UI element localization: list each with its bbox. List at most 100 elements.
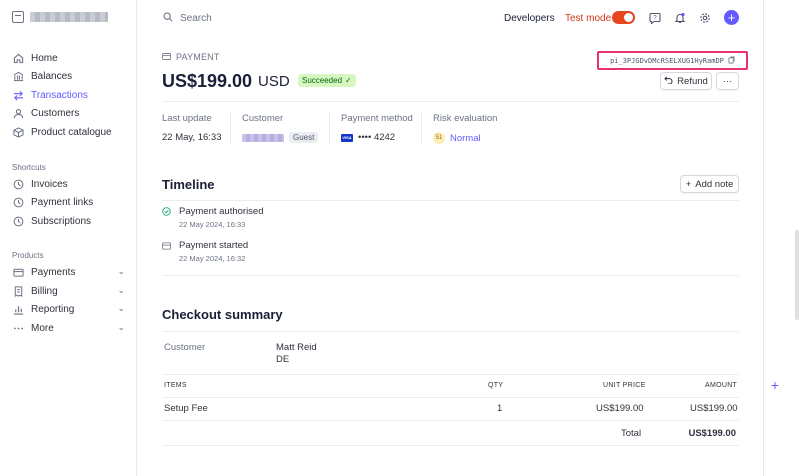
clock-icon [12, 178, 24, 190]
sidebar-item-label: Billing [31, 285, 58, 297]
payment-id-copy[interactable]: pi_3PJGDvDMcRSELXUG1HyRamDP [597, 51, 748, 70]
risk-score-badge: 51 [433, 132, 445, 144]
visa-card-icon: VISA [341, 133, 353, 142]
sidebar-item-more[interactable]: More ⌄ [12, 320, 127, 336]
divider [162, 445, 739, 446]
payment-amount: US$199.00 [162, 71, 253, 91]
chart-icon [12, 303, 24, 315]
arrows-icon [12, 89, 24, 101]
sidebar-item-payments[interactable]: Payments ⌄ [12, 264, 127, 280]
divider [162, 331, 739, 332]
sidebar-item-label: Invoices [31, 178, 68, 190]
status-label: Succeeded [302, 76, 343, 85]
event-date: 22 May 2024, 16:33 [179, 220, 246, 229]
right-panel-border [763, 0, 764, 476]
sidebar-item-label: Payments [31, 266, 76, 278]
divider [162, 397, 739, 398]
shortcuts-heading: Shortcuts [12, 163, 46, 172]
sidebar-item-label: Transactions [31, 89, 88, 101]
item-amount: US$199.00 [690, 403, 738, 414]
plus-icon: + [685, 178, 692, 190]
payment-eyebrow: PAYMENT [162, 52, 220, 62]
search-bar[interactable]: Search [163, 12, 212, 25]
sidebar-item-label: Subscriptions [31, 215, 92, 227]
sidebar-item-invoices[interactable]: Invoices [12, 176, 127, 192]
meta-label: Risk evaluation [433, 113, 498, 124]
copy-icon [728, 56, 735, 66]
sidebar-item-product-catalogue[interactable]: Product catalogue [12, 124, 127, 140]
divider [421, 112, 422, 144]
meta-last-update: Last update 22 May, 16:33 [162, 113, 222, 143]
add-note-label: Add note [695, 178, 734, 190]
test-mode-label: Test mode [565, 13, 612, 24]
customer-country: DE [276, 354, 290, 365]
payment-id: pi_3PJGDvDMcRSELXUG1HyRamDP [610, 56, 724, 65]
sidebar-item-payment-links[interactable]: Payment links [12, 194, 127, 210]
check-icon: ✓ [345, 76, 352, 85]
help-icon[interactable]: ? [648, 11, 661, 24]
meta-label: Customer [242, 113, 284, 124]
card-icon [162, 241, 171, 250]
sidebar-item-label: More [31, 322, 54, 334]
create-new-button[interactable]: + [724, 10, 739, 25]
timeline-heading: Timeline [162, 177, 215, 192]
sidebar-item-reporting[interactable]: Reporting ⌄ [12, 301, 127, 317]
search-input[interactable]: Search [180, 13, 212, 24]
sidebar-item-subscriptions[interactable]: Subscriptions [12, 213, 127, 229]
item-qty: 1 [497, 403, 503, 414]
sidebar-item-home[interactable]: Home [12, 50, 127, 66]
event-title: Payment authorised [179, 206, 264, 217]
scrollbar[interactable] [795, 230, 799, 320]
sidebar: Home Balances Transactions Customers Pro… [0, 0, 137, 476]
chevron-down-icon: ⌄ [117, 303, 125, 313]
divider [162, 101, 739, 102]
sidebar-item-label: Payment links [31, 196, 94, 208]
clock-icon [12, 215, 24, 227]
column-header-unit-price: UNIT PRICE [603, 382, 646, 389]
total-label: Total [621, 428, 642, 439]
meta-payment-method: Payment method VISA •••• 4242 [341, 113, 413, 143]
column-header-amount: AMOUNT [705, 382, 738, 389]
bank-icon [12, 70, 24, 82]
products-heading: Products [12, 251, 44, 260]
sidebar-item-transactions[interactable]: Transactions [12, 87, 127, 103]
item-unit-price: US$199.00 [596, 403, 644, 414]
sidebar-item-customers[interactable]: Customers [12, 105, 127, 121]
meta-value: 22 May, 16:33 [162, 132, 222, 143]
notifications-bell-icon[interactable] [673, 11, 686, 24]
account-switcher[interactable] [12, 11, 108, 23]
sidebar-item-balances[interactable]: Balances [12, 68, 127, 84]
risk-level-link[interactable]: Normal [450, 133, 481, 144]
clock-icon [12, 196, 24, 208]
meta-value[interactable]: 51 Normal [433, 132, 497, 144]
checkout-summary-heading: Checkout summary [162, 307, 283, 322]
expand-panel-plus-icon[interactable]: + [768, 378, 782, 392]
payment-currency: USD [258, 73, 290, 90]
developers-link[interactable]: Developers [504, 13, 555, 24]
divider [162, 420, 739, 421]
wallet-icon [12, 266, 24, 278]
test-mode-toggle[interactable] [612, 11, 635, 24]
person-icon [12, 107, 24, 119]
billing-icon [12, 285, 24, 297]
card-icon [162, 52, 171, 62]
sidebar-item-label: Customers [31, 107, 80, 119]
add-note-button[interactable]: + Add note [680, 175, 739, 193]
account-name-redacted [30, 12, 108, 22]
settings-gear-icon[interactable] [698, 11, 711, 24]
more-actions-button[interactable]: ··· [716, 72, 739, 90]
last-update-value: 22 May, 16:33 [162, 132, 222, 143]
sidebar-item-billing[interactable]: Billing ⌄ [12, 283, 127, 299]
sidebar-item-label: Balances [31, 70, 73, 82]
chevron-down-icon: ⌄ [117, 322, 125, 332]
meta-value[interactable]: Guest [242, 132, 319, 143]
status-badge: Succeeded ✓ [298, 74, 356, 87]
meta-risk: Risk evaluation 51 Normal [433, 113, 497, 144]
meta-value: VISA •••• 4242 [341, 132, 413, 143]
meta-customer: Customer Guest [242, 113, 319, 143]
customer-email-redacted[interactable] [242, 133, 284, 142]
search-icon [163, 12, 173, 25]
store-icon [12, 11, 24, 23]
column-header-items: ITEMS [164, 382, 187, 389]
refund-button[interactable]: Refund [660, 72, 712, 90]
